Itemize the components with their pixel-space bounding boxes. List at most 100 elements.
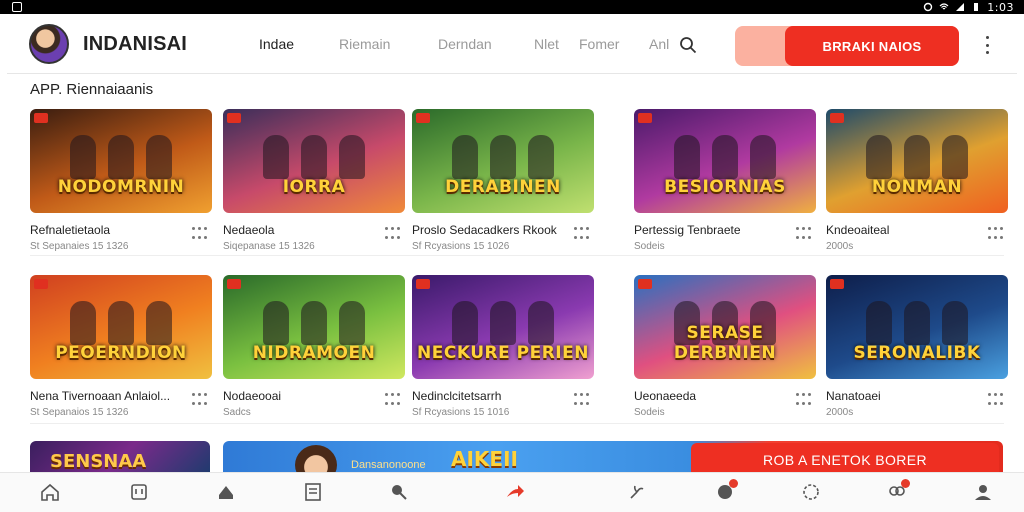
promo-banner[interactable]: Dansanonoone AIKEII ROB A ENETOK BORER bbox=[223, 441, 1003, 476]
card-menu-icon[interactable] bbox=[988, 227, 1004, 243]
card-menu-icon[interactable] bbox=[192, 393, 208, 409]
nav-item-2[interactable]: Riemain bbox=[339, 36, 390, 52]
card-title[interactable]: Pertessig Tenbraete bbox=[634, 223, 816, 237]
character-silhouette bbox=[339, 135, 365, 179]
game-card[interactable]: IORRA Nedaeola Siqepanase 15 1326 bbox=[223, 109, 405, 252]
more-menu-icon[interactable] bbox=[983, 36, 991, 54]
game-card[interactable]: NONMAN Kndeoaiteal 2000s bbox=[826, 109, 1008, 252]
nav-item-5[interactable]: Fomer bbox=[579, 36, 619, 52]
card-title[interactable]: Nodaeooai bbox=[223, 389, 405, 403]
profile-icon bbox=[972, 481, 994, 508]
game-thumbnail[interactable]: NODOMRNIN bbox=[30, 109, 212, 213]
thumbnail-logo-text: PEOERNDION bbox=[55, 343, 187, 363]
game-card[interactable]: NECKURE PERIEN Nedinclcitetsarrh Sf Rcyasi… bbox=[412, 275, 594, 418]
game-card[interactable]: DERABINEN Proslo Sedacadkers Rkook Sf Rcya… bbox=[412, 109, 594, 252]
bottom-nav-item[interactable] bbox=[126, 481, 152, 511]
game-thumbnail[interactable]: SERONALIBK bbox=[826, 275, 1008, 379]
game-thumbnail[interactable]: PEOERNDION bbox=[30, 275, 212, 379]
character-silhouette bbox=[339, 301, 365, 345]
card-title[interactable]: Proslo Sedacadkers Rkook bbox=[412, 223, 594, 237]
card-menu-icon[interactable] bbox=[574, 227, 590, 243]
game-card[interactable]: PEOERNDION Nena Tivernoaan Anlaiol... St S… bbox=[30, 275, 212, 418]
nav-item-1[interactable]: Indae bbox=[259, 36, 294, 52]
game-thumbnail[interactable]: NONMAN bbox=[826, 109, 1008, 213]
nav-item-4[interactable]: Nlet bbox=[534, 36, 559, 52]
store-icon bbox=[128, 481, 150, 508]
card-title[interactable]: Kndeoaiteal bbox=[826, 223, 1008, 237]
game-card[interactable]: BESIORNIAS Pertessig Tenbraete Sodeis bbox=[634, 109, 816, 252]
bottom-nav-item[interactable] bbox=[970, 481, 996, 511]
notification-icon bbox=[12, 2, 22, 12]
card-menu-icon[interactable] bbox=[385, 227, 401, 243]
character-silhouette bbox=[904, 135, 930, 179]
thumbnail-badge bbox=[416, 279, 430, 289]
bottom-nav-item[interactable] bbox=[798, 481, 824, 511]
game-card[interactable]: SERASE DERBNIEN Ueonaeeda Sodeis bbox=[634, 275, 816, 418]
game-card[interactable]: SERONALIBK Nanatoaei 2000s bbox=[826, 275, 1008, 418]
speech-icon bbox=[215, 481, 237, 508]
chat-icon bbox=[714, 479, 738, 508]
search-icon[interactable] bbox=[679, 36, 697, 54]
game-thumbnail[interactable]: IORRA bbox=[223, 109, 405, 213]
card-menu-icon[interactable] bbox=[385, 393, 401, 409]
bottom-nav-item[interactable] bbox=[884, 479, 910, 511]
card-title[interactable]: Refnaletietaola bbox=[30, 223, 212, 237]
character-silhouette bbox=[866, 301, 892, 345]
card-title[interactable]: Nedinclcitetsarrh bbox=[412, 389, 594, 403]
nav-item-6[interactable]: Anl bbox=[649, 36, 669, 52]
bottom-nav-item[interactable] bbox=[502, 481, 528, 511]
game-card[interactable]: NODOMRNIN Refnaletietaola St Sepanaies 15 … bbox=[30, 109, 212, 252]
status-icons: 1:03 bbox=[923, 0, 1014, 14]
card-menu-icon[interactable] bbox=[796, 393, 812, 409]
game-card[interactable]: NIDRAMOEN Nodaeooai Sadcs bbox=[223, 275, 405, 418]
thumbnail-badge bbox=[830, 279, 844, 289]
card-subtitle: Sf Rcyasions 15 1026 bbox=[412, 241, 510, 252]
card-title[interactable]: Nanatoaei bbox=[826, 389, 1008, 403]
row-divider bbox=[30, 255, 1004, 256]
card-subtitle: Sodeis bbox=[634, 407, 665, 418]
nav-item-3[interactable]: Derndan bbox=[438, 36, 492, 52]
character-silhouette bbox=[263, 301, 289, 345]
people-icon bbox=[886, 479, 910, 508]
character-silhouette bbox=[301, 301, 327, 345]
card-menu-icon[interactable] bbox=[988, 393, 1004, 409]
character-silhouette bbox=[866, 135, 892, 179]
thumbnail-badge bbox=[34, 113, 48, 123]
banner-logo-text: AIKEII bbox=[451, 447, 518, 471]
card-subtitle: Sodeis bbox=[634, 241, 665, 252]
bottom-nav-item[interactable] bbox=[300, 481, 326, 511]
game-thumbnail[interactable]: NECKURE PERIEN bbox=[412, 275, 594, 379]
wifi-icon bbox=[939, 3, 949, 10]
game-thumbnail[interactable]: DERABINEN bbox=[412, 109, 594, 213]
avatar[interactable] bbox=[29, 24, 69, 64]
card-menu-icon[interactable] bbox=[574, 393, 590, 409]
cta-wrapper: BRRAKI NAIOS bbox=[735, 26, 959, 66]
character-silhouette bbox=[452, 135, 478, 179]
card-title[interactable]: Nedaeola bbox=[223, 223, 405, 237]
list-icon bbox=[302, 481, 324, 508]
card-subtitle: 2000s bbox=[826, 407, 854, 418]
character-silhouette bbox=[528, 135, 554, 179]
character-silhouette bbox=[750, 135, 776, 179]
bottom-nav-item[interactable] bbox=[624, 481, 650, 511]
app-header: INDANISAI Indae Riemain Derndan Nlet Fom… bbox=[7, 14, 1017, 74]
bottom-nav-item[interactable] bbox=[37, 481, 63, 511]
game-thumbnail-partial[interactable]: SENSNAA bbox=[30, 441, 210, 476]
game-thumbnail[interactable]: SERASE DERBNIEN bbox=[634, 275, 816, 379]
card-title[interactable]: Nena Tivernoaan Anlaiol... bbox=[30, 389, 212, 403]
card-title[interactable]: Ueonaeeda bbox=[634, 389, 816, 403]
game-thumbnail[interactable]: NIDRAMOEN bbox=[223, 275, 405, 379]
bottom-nav-item[interactable] bbox=[712, 479, 738, 511]
bottom-nav-item[interactable] bbox=[213, 481, 239, 511]
row-divider bbox=[30, 423, 1004, 424]
primary-cta-button[interactable]: BRRAKI NAIOS bbox=[785, 26, 959, 66]
bottom-nav-item[interactable] bbox=[386, 481, 412, 511]
game-thumbnail[interactable]: BESIORNIAS bbox=[634, 109, 816, 213]
card-menu-icon[interactable] bbox=[796, 227, 812, 243]
link-icon bbox=[626, 481, 648, 508]
character-silhouette bbox=[108, 301, 134, 345]
character-silhouette bbox=[452, 301, 478, 345]
character-silhouette bbox=[146, 135, 172, 179]
card-menu-icon[interactable] bbox=[192, 227, 208, 243]
thumbnail-badge bbox=[227, 113, 241, 123]
